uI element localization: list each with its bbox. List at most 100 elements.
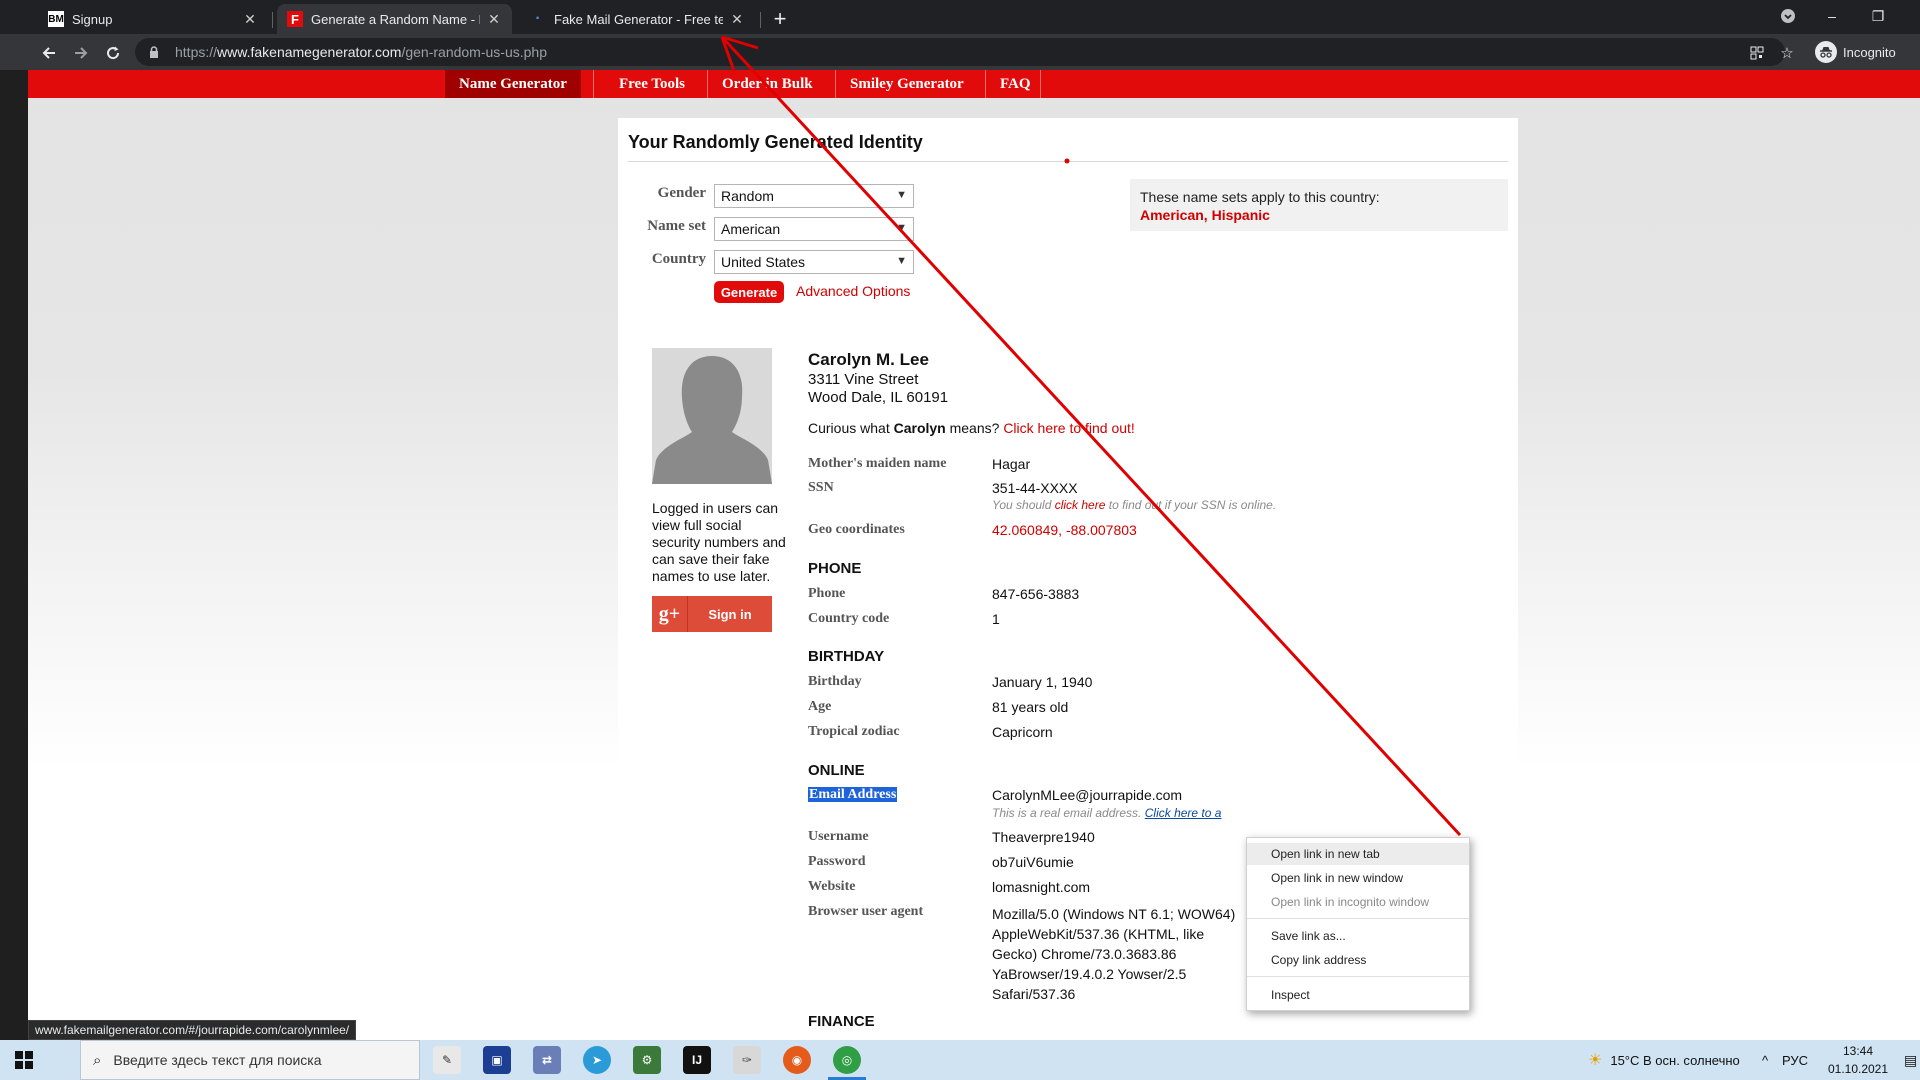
address-bar[interactable]: https://www.fakenamegenerator.com/gen-ra… (135, 38, 1785, 66)
phone-label: Phone (808, 586, 846, 601)
notifications-icon[interactable]: ▤ (1904, 1040, 1917, 1080)
incognito-profile[interactable]: Incognito (1815, 39, 1896, 65)
ctx-open-new-tab[interactable]: Open link in new tab (1247, 843, 1469, 865)
windows-start-icon[interactable] (0, 1040, 48, 1080)
nameset-select[interactable]: American ▼ (714, 217, 914, 241)
email-note: This is a real email address. Click here… (992, 806, 1221, 820)
reload-icon[interactable] (100, 40, 126, 66)
email-value: CarolynMLee@jourrapide.com (992, 787, 1183, 803)
password-label: Password (808, 854, 866, 869)
minimize-button[interactable]: – (1812, 4, 1852, 28)
chrome-app-icon[interactable]: ◎ (833, 1046, 861, 1074)
save-app-icon[interactable]: ▣ (483, 1046, 511, 1074)
birthday-label: Birthday (808, 674, 862, 689)
email-label-selected: Email Address (808, 787, 898, 802)
email-label-wrap: Email Address (808, 787, 898, 803)
back-arrow-icon[interactable] (36, 40, 62, 66)
fake-mail-link[interactable]: Click here to a (1145, 806, 1222, 820)
weather-text: 15°C В осн. солнечно (1610, 1052, 1740, 1068)
maximize-button[interactable]: ❐ (1858, 4, 1898, 28)
google-plus-signin-button[interactable]: g+ Sign in (652, 596, 772, 632)
url-scheme: https:// (175, 44, 218, 60)
ctx-open-new-window[interactable]: Open link in new window (1247, 867, 1469, 889)
user-agent-value: Mozilla/5.0 (Windows NT 6.1; WOW64) Appl… (992, 906, 1236, 1002)
incognito-icon (1815, 41, 1837, 63)
network-app-icon[interactable]: ⇄ (533, 1046, 561, 1074)
nav-order-in-bulk[interactable]: Order in Bulk (708, 70, 827, 98)
country-label: Country (651, 251, 706, 267)
tab-title: Signup (72, 11, 113, 27)
finance-section-title: FINANCE (808, 1013, 875, 1030)
email-note-text: This is a real email address. (992, 806, 1145, 820)
search-icon: ⌕ (93, 1051, 102, 1069)
maiden-name-label: Mother's maiden name (808, 456, 947, 471)
firefox-app-icon[interactable]: ◉ (783, 1046, 811, 1074)
nav-free-tools[interactable]: Free Tools (605, 70, 699, 98)
tab-search-icon[interactable] (1768, 4, 1808, 28)
login-note: Logged in users can view full social sec… (652, 500, 786, 584)
gender-value: Random (721, 188, 774, 204)
pen-app-icon[interactable]: ✑ (733, 1046, 761, 1074)
age-label: Age (808, 699, 832, 714)
close-icon[interactable]: ✕ (486, 11, 502, 28)
language-indicator[interactable]: РУС (1782, 1040, 1808, 1080)
gender-select[interactable]: Random ▼ (714, 184, 914, 208)
ctx-save-link[interactable]: Save link as... (1247, 925, 1469, 947)
bookmark-star-icon[interactable]: ☆ (1776, 42, 1798, 64)
ctx-copy-link[interactable]: Copy link address (1247, 949, 1469, 971)
nav-faq[interactable]: FAQ (986, 70, 1045, 98)
tools-app-icon[interactable]: ⚙ (633, 1046, 661, 1074)
ctx-separator (1247, 976, 1469, 977)
tab-fake-name-generator[interactable]: F Generate a Random Name - Fake ✕ (277, 4, 512, 34)
sun-cloud-icon: ☀ (1588, 1052, 1603, 1069)
advanced-options-link[interactable]: Advanced Options (796, 283, 910, 299)
curious-prefix: Curious what (808, 420, 894, 436)
qr-code-icon[interactable] (1746, 42, 1768, 64)
phone-value: 847-656-3883 (992, 586, 1080, 602)
close-icon[interactable]: ✕ (729, 11, 745, 28)
bm-favicon-icon: BM (48, 11, 64, 27)
country-select[interactable]: United States ▼ (714, 250, 914, 274)
curious-name: Carolyn (893, 420, 946, 436)
curious-line: Curious what Carolyn means? Click here t… (808, 420, 1135, 436)
close-icon[interactable]: ✕ (242, 11, 258, 28)
jetbrains-app-icon[interactable]: IJ (683, 1046, 711, 1074)
ctx-separator (1247, 918, 1469, 919)
person-name: Carolyn M. Lee (808, 350, 929, 369)
tab-separator (760, 12, 761, 28)
loading-favicon-icon: · (535, 10, 541, 27)
zodiac-value: Capricorn (992, 724, 1053, 740)
signin-label: Sign in (708, 606, 752, 622)
nav-divider (1040, 70, 1041, 98)
maiden-name-value: Hagar (992, 456, 1031, 472)
ssn-note-text: to find out if your SSN is online. (1105, 498, 1277, 512)
ctx-open-incognito[interactable]: Open link in incognito window (1247, 891, 1469, 913)
tab-fake-mail-generator[interactable]: · Fake Mail Generator - Free temp ✕ (520, 4, 755, 34)
nav-name-generator[interactable]: Name Generator (445, 70, 581, 98)
taskbar-search[interactable]: ⌕ Введите здесь текст для поиска (80, 1040, 420, 1080)
clock[interactable]: 13:44 01.10.2021 (1820, 1042, 1896, 1078)
weather-widget[interactable]: ☀ 15°C В осн. солнечно (1588, 1040, 1740, 1080)
generate-button[interactable]: Generate (714, 281, 784, 303)
tab-title: Generate a Random Name - Fake (311, 11, 480, 27)
nav-smiley-generator[interactable]: Smiley Generator (836, 70, 978, 98)
nameset-info-box: These name sets apply to this country: A… (1130, 179, 1508, 231)
username-value: Theaverpre1940 (992, 829, 1095, 845)
new-tab-button[interactable]: + (767, 6, 793, 32)
telegram-app-icon[interactable]: ➤ (583, 1046, 611, 1074)
ssn-check-link[interactable]: click here (1055, 498, 1106, 512)
lock-icon (149, 46, 161, 58)
tab-signup[interactable]: BM Signup ✕ (38, 4, 268, 34)
geo-coordinates-link[interactable]: 42.060849, -88.007803 (992, 522, 1137, 538)
forward-arrow-icon[interactable] (68, 40, 94, 66)
ctx-inspect[interactable]: Inspect (1247, 984, 1469, 1006)
tray-chevron-icon[interactable]: ^ (1762, 1040, 1768, 1080)
nameset-links[interactable]: American, Hispanic (1140, 207, 1498, 223)
website-value: lomasnight.com (992, 879, 1091, 895)
name-meaning-link[interactable]: Click here to find out! (1003, 420, 1135, 436)
tab-strip: BM Signup ✕ F Generate a Random Name - F… (0, 0, 1920, 34)
page-viewport: Name Generator Free Tools Order in Bulk … (0, 70, 1920, 1040)
ssn-note-text: You should (992, 498, 1055, 512)
username-label: Username (808, 829, 869, 844)
notepad-app-icon[interactable]: ✎ (433, 1046, 461, 1074)
